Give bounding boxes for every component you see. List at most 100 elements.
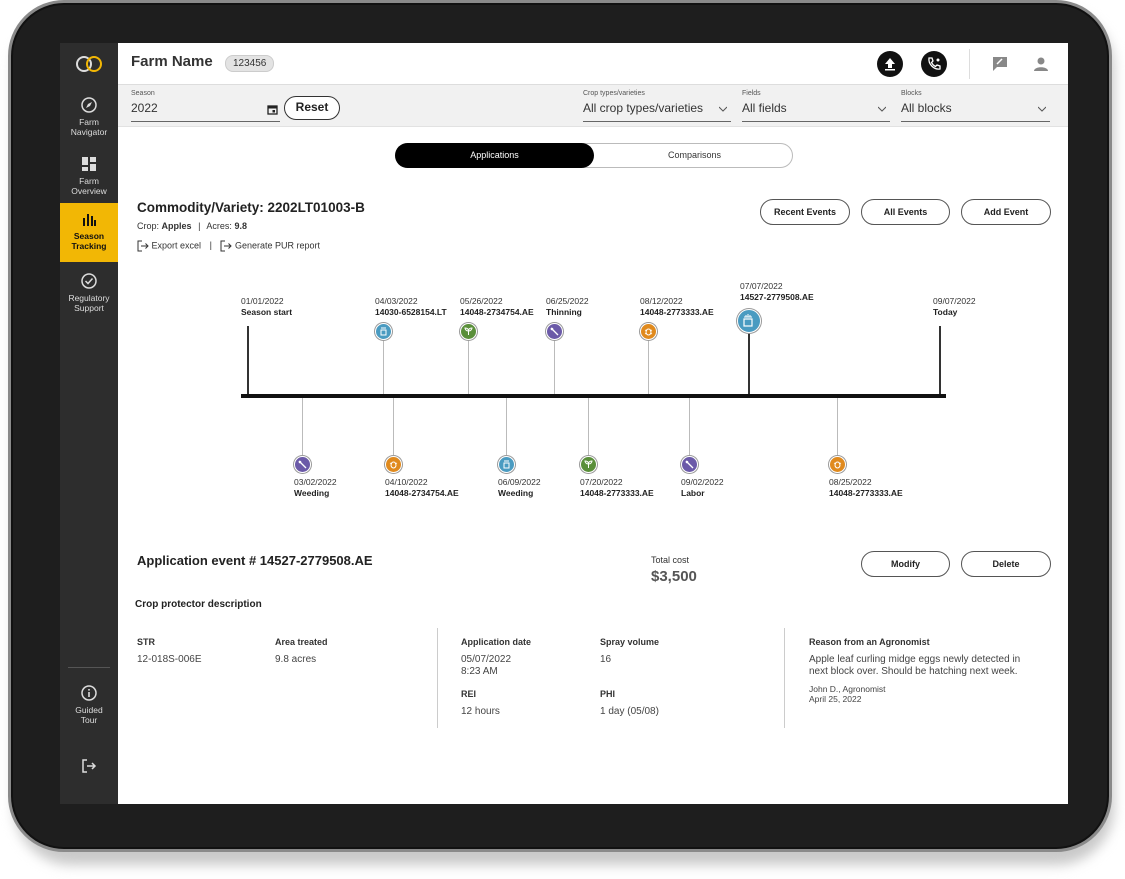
leaf-icon: [584, 460, 593, 468]
season-value: 2022: [131, 101, 158, 115]
area-treated-value: 9.8 acres: [275, 654, 317, 665]
user-profile-icon[interactable]: [1032, 55, 1050, 73]
upload-button[interactable]: [877, 51, 903, 77]
compass-icon: [81, 97, 97, 113]
blocks-label: Blocks: [901, 90, 922, 97]
timeline-event-label: 03/02/2022 Weeding: [294, 477, 337, 498]
filter-bar: Season 2022 Reset Crop types/varieties A…: [118, 85, 1068, 127]
sidebar-item-guided-tour[interactable]: Guided Tour: [60, 677, 118, 735]
info-icon: [81, 685, 97, 701]
acres-label: Acres:: [206, 221, 232, 231]
season-label: Season: [131, 90, 155, 97]
sidebar-item-farm-overview[interactable]: Farm Overview: [60, 148, 118, 206]
fields-value: All fields: [742, 101, 787, 115]
blocks-select[interactable]: Blocks All blocks: [901, 90, 1050, 122]
export-excel-link[interactable]: Export excel: [137, 240, 201, 252]
timeline-event-marker[interactable]: [385, 456, 402, 473]
add-event-button[interactable]: Add Event: [961, 199, 1051, 225]
export-excel-label: Export excel: [151, 240, 202, 251]
delete-button[interactable]: Delete: [961, 551, 1051, 577]
chevron-down-icon: [1038, 106, 1046, 112]
fields-select[interactable]: Fields All fields: [742, 90, 890, 122]
sidebar-item-label: Support: [74, 303, 104, 313]
spray-volume-value: 16: [600, 654, 612, 665]
call-support-button[interactable]: [921, 51, 947, 77]
export-links: Export excel | Generate PUR report: [137, 240, 320, 252]
sidebar-item-label: Regulatory: [68, 293, 110, 303]
reset-button[interactable]: Reset: [284, 96, 340, 120]
phi-label: PHI: [600, 689, 616, 699]
total-cost-label: Total cost: [651, 555, 690, 565]
timeline-event-marker[interactable]: [546, 323, 563, 340]
timeline-tick: [393, 398, 394, 456]
timeline-event-marker[interactable]: [640, 323, 657, 340]
sidebar-item-label: Tracking: [71, 241, 107, 251]
timeline-event-marker[interactable]: [375, 323, 392, 340]
timeline-tick: [302, 398, 303, 456]
fields-label: Fields: [742, 90, 761, 97]
timeline-event-label: 09/02/2022 Labor: [681, 477, 724, 498]
sidebar-divider: [68, 667, 110, 668]
farm-id-badge: 123456: [225, 55, 275, 72]
sidebar-item-label: Navigator: [70, 127, 108, 137]
bug-icon: [389, 461, 398, 469]
leaf-icon: [464, 327, 473, 335]
timeline-tick: [383, 339, 384, 394]
sidebar-item-regulatory-support[interactable]: Regulatory Support: [60, 265, 118, 323]
timeline-tick: [837, 398, 838, 456]
generate-pur-link[interactable]: Generate PUR report: [220, 240, 320, 252]
modify-button[interactable]: Modify: [861, 551, 950, 577]
check-badge-icon: [81, 273, 97, 289]
sprayer-icon: [743, 314, 753, 327]
timeline-event-label: 01/01/2022 Season start: [241, 296, 293, 317]
timeline-event-marker[interactable]: [681, 456, 698, 473]
timeline-event-marker[interactable]: [294, 456, 311, 473]
timeline-tick: [588, 398, 589, 456]
crop-protector-heading: Crop protector description: [135, 599, 262, 610]
bug-icon: [833, 461, 842, 469]
timeline-tick: [247, 326, 249, 394]
export-icon: [220, 240, 233, 252]
timeline-event-label: 09/07/2022 Today: [933, 296, 976, 317]
tool-icon: [298, 460, 307, 469]
season-field[interactable]: Season 2022: [131, 90, 280, 122]
timeline-event-marker[interactable]: [580, 456, 597, 473]
tab-comparisons[interactable]: Comparisons: [595, 144, 794, 167]
app-screen: Farm Navigator Farm Overview Season Trac…: [60, 43, 1068, 804]
logout-icon[interactable]: [81, 758, 97, 774]
total-cost-value: $3,500: [651, 568, 697, 585]
view-toggle: Applications Comparisons: [395, 143, 793, 168]
calendar-icon[interactable]: [267, 104, 278, 115]
timeline-event-marker-selected[interactable]: [737, 309, 761, 333]
recent-events-button[interactable]: Recent Events: [760, 199, 850, 225]
acres-value: 9.8: [234, 221, 247, 231]
timeline-tick: [506, 398, 507, 456]
timeline-event-label: 04/10/2022 14048-2734754.AE: [385, 477, 459, 498]
application-date-value: 05/07/2022 8:23 AM: [461, 654, 512, 677]
all-events-button[interactable]: All Events: [861, 199, 950, 225]
area-treated-label: Area treated: [275, 637, 328, 647]
str-value: 12-018S-006E: [137, 654, 202, 665]
application-date-label: Application date: [461, 637, 532, 647]
sidebar-item-label: Guided: [75, 705, 103, 715]
timeline-tick: [554, 339, 555, 394]
sidebar-item-farm-navigator[interactable]: Farm Navigator: [60, 89, 118, 147]
timeline-tick: [468, 339, 469, 394]
timeline-event-label: 08/12/2022 14048-2773333.AE: [640, 296, 714, 317]
tab-applications[interactable]: Applications: [395, 143, 594, 168]
timeline-event-marker[interactable]: [460, 323, 477, 340]
timeline-event-marker[interactable]: [498, 456, 515, 473]
feedback-icon[interactable]: [991, 55, 1009, 73]
sprayer-icon: [380, 327, 387, 336]
timeline-event-label: 06/25/2022 Thinning: [546, 296, 589, 317]
sidebar-item-label: Season: [73, 231, 105, 241]
timeline-event-marker[interactable]: [829, 456, 846, 473]
sidebar-item-season-tracking[interactable]: Season Tracking: [60, 203, 118, 262]
crop-type-select[interactable]: Crop types/varieties All crop types/vari…: [583, 90, 731, 122]
agronomist-reason-text: Apple leaf curling midge eggs newly dete…: [809, 654, 1021, 677]
timeline-event-label: 06/09/2022 Weeding: [498, 477, 541, 498]
timeline-tick: [939, 326, 941, 394]
phi-value: 1 day (05/08): [600, 706, 659, 717]
top-header: Farm Name 123456: [118, 43, 1068, 85]
blocks-value: All blocks: [901, 101, 952, 115]
